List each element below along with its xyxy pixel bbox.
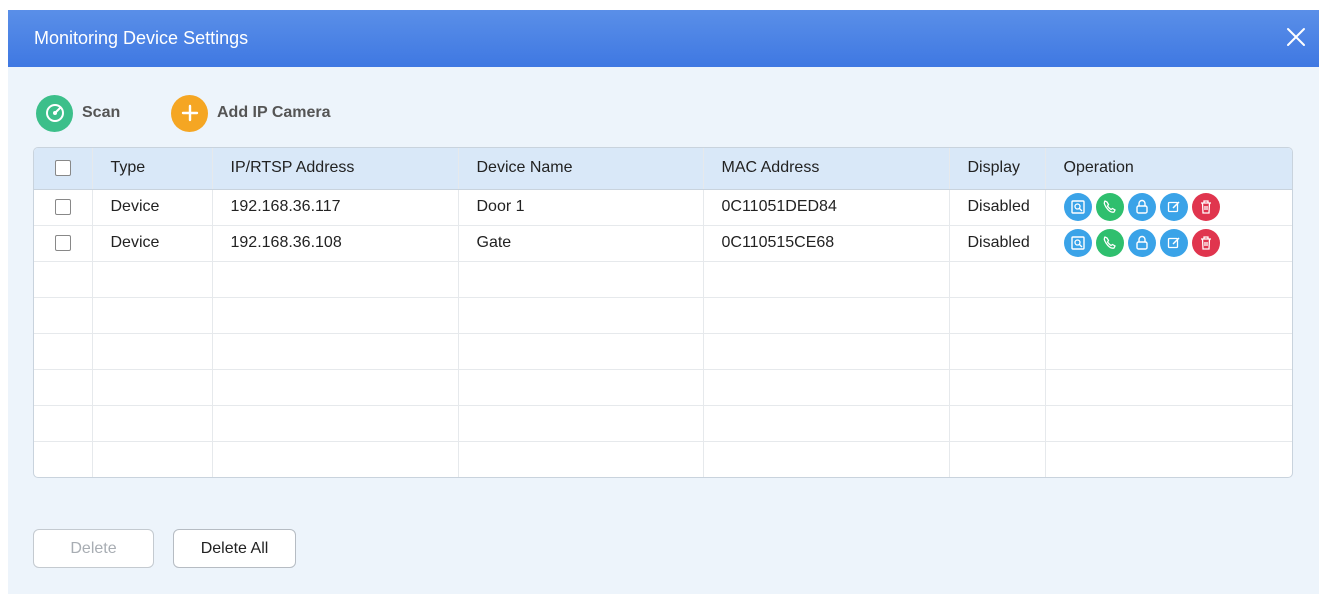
- monitoring-device-settings-dialog: Monitoring Device Settings Scan Add IP C…: [8, 10, 1319, 594]
- call-icon[interactable]: [1095, 193, 1124, 221]
- header-checkbox-cell: [34, 148, 93, 190]
- add-ip-camera-label: Add IP Camera: [217, 104, 331, 121]
- cell-ip: 192.168.36.117: [212, 189, 459, 226]
- column-header-device-name[interactable]: Device Name: [458, 148, 704, 190]
- plus-icon: [171, 94, 208, 132]
- delete-all-button[interactable]: Delete All: [173, 529, 296, 568]
- edit-icon[interactable]: [1159, 193, 1188, 221]
- cell-ip: 192.168.36.108: [212, 225, 459, 262]
- cell-operation: [1045, 225, 1292, 262]
- scan-button[interactable]: Scan: [36, 93, 120, 133]
- table-row[interactable]: Device 192.168.36.108 Gate 0C110515CE68 …: [34, 225, 1292, 262]
- select-all-checkbox[interactable]: [54, 160, 71, 177]
- preview-icon[interactable]: [1063, 229, 1092, 257]
- title-bar: Monitoring Device Settings: [8, 10, 1319, 67]
- empty-row: [34, 333, 1292, 370]
- empty-row: [34, 261, 1292, 298]
- cell-type: Device: [92, 189, 213, 226]
- row-checkbox-cell: [34, 189, 93, 226]
- cell-display: Disabled: [949, 189, 1046, 226]
- empty-row: [34, 405, 1292, 442]
- edit-icon[interactable]: [1159, 229, 1188, 257]
- table-header-row: Type IP/RTSP Address Device Name MAC Add…: [34, 148, 1292, 190]
- cell-device-name: Door 1: [458, 189, 704, 226]
- delete-button[interactable]: Delete: [33, 529, 154, 568]
- close-icon[interactable]: [1285, 26, 1307, 48]
- empty-row: [34, 441, 1292, 477]
- scan-label: Scan: [82, 104, 121, 121]
- column-header-ip[interactable]: IP/RTSP Address: [212, 148, 459, 190]
- cell-operation: [1045, 189, 1292, 226]
- column-header-type[interactable]: Type: [92, 148, 213, 190]
- scan-icon: [36, 94, 73, 132]
- device-table: Type IP/RTSP Address Device Name MAC Add…: [33, 147, 1293, 478]
- delete-icon[interactable]: [1191, 229, 1220, 257]
- row-checkbox[interactable]: [54, 234, 71, 251]
- call-icon[interactable]: [1095, 229, 1124, 257]
- empty-row: [34, 369, 1292, 406]
- preview-icon[interactable]: [1063, 193, 1092, 221]
- cell-type: Device: [92, 225, 213, 262]
- add-ip-camera-button[interactable]: Add IP Camera: [171, 93, 331, 133]
- cell-device-name: Gate: [458, 225, 704, 262]
- column-header-display[interactable]: Display: [949, 148, 1046, 190]
- cell-mac: 0C11051DED84: [703, 189, 950, 226]
- unlock-icon[interactable]: [1127, 229, 1156, 257]
- empty-row: [34, 297, 1292, 334]
- column-header-mac[interactable]: MAC Address: [703, 148, 950, 190]
- row-checkbox-cell: [34, 225, 93, 262]
- cell-mac: 0C110515CE68: [703, 225, 950, 262]
- unlock-icon[interactable]: [1127, 193, 1156, 221]
- delete-icon[interactable]: [1191, 193, 1220, 221]
- cell-display: Disabled: [949, 225, 1046, 262]
- dialog-title: Monitoring Device Settings: [34, 28, 249, 48]
- row-checkbox[interactable]: [54, 198, 71, 215]
- table-row[interactable]: Device 192.168.36.117 Door 1 0C11051DED8…: [34, 189, 1292, 226]
- column-header-operation: Operation: [1045, 148, 1292, 190]
